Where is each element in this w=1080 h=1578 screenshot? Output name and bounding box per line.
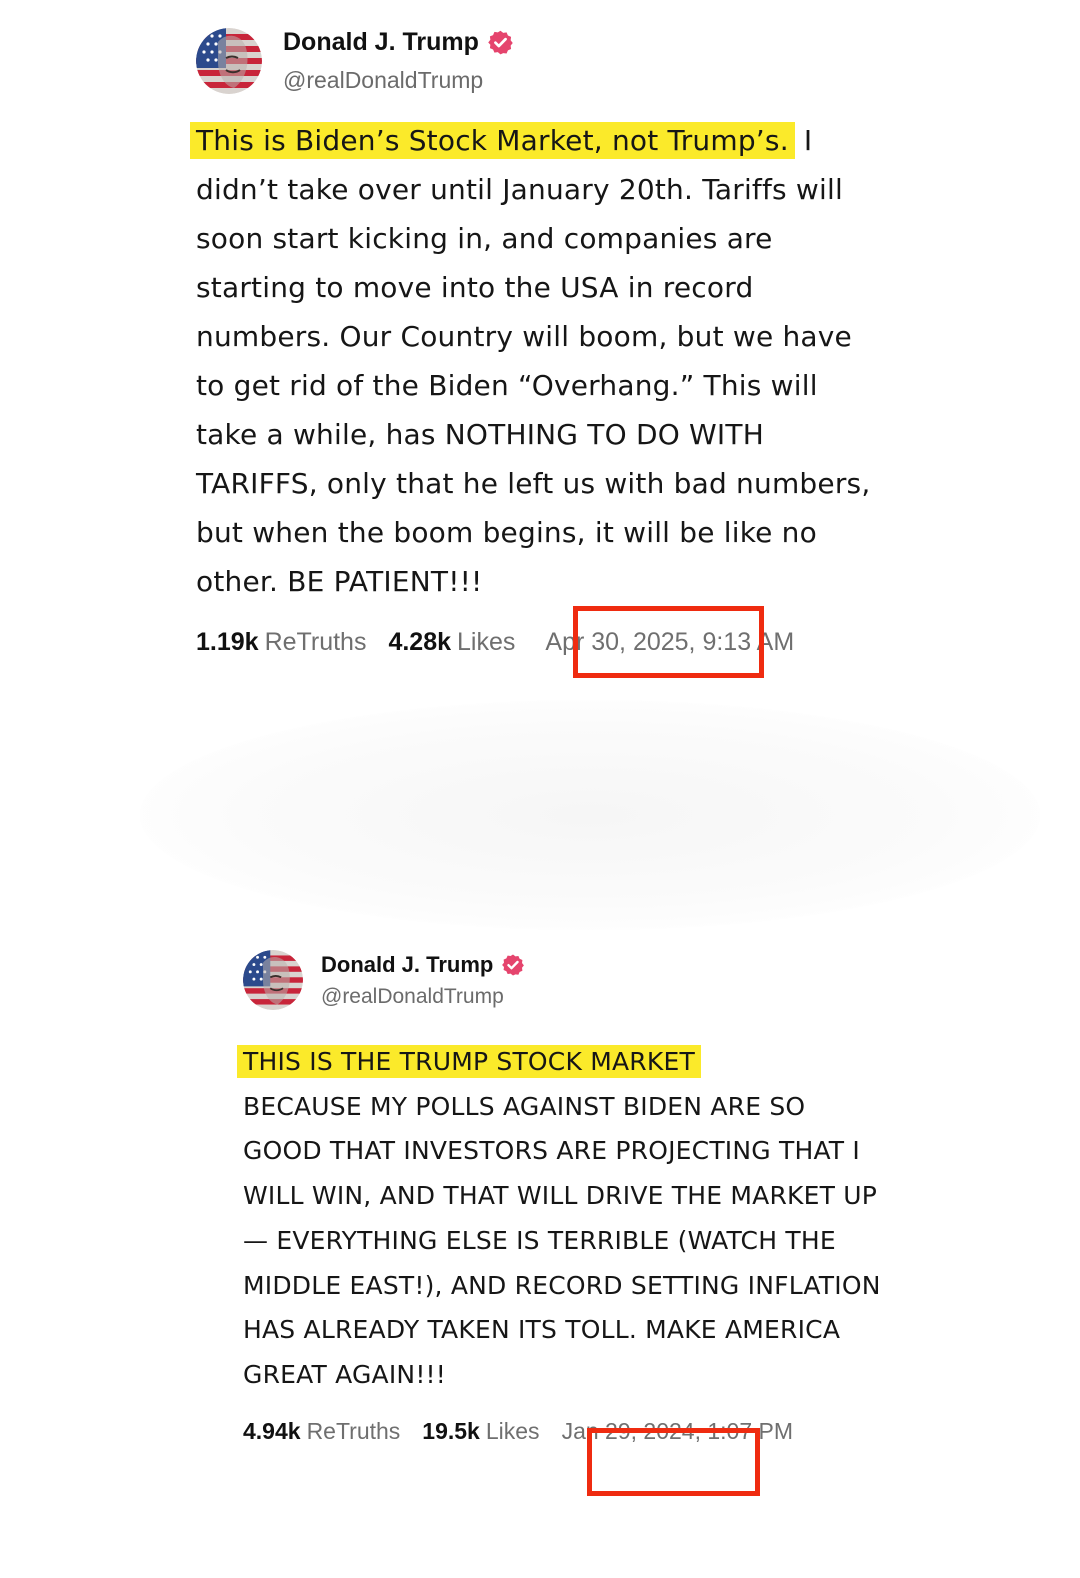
likes-count[interactable]: 4.28k: [388, 628, 451, 657]
name-row: Donald J. Trump: [321, 952, 525, 978]
background-haze: [140, 700, 1040, 930]
display-name[interactable]: Donald J. Trump: [283, 28, 479, 57]
author-block: Donald J. Trump @realDonaldTrump: [283, 28, 514, 94]
display-name[interactable]: Donald J. Trump: [321, 952, 493, 978]
flag-face-avatar-icon: [243, 950, 303, 1010]
post-body: This is Biden’s Stock Market, not Trump’…: [190, 116, 876, 606]
post-header: Donald J. Trump @realDonaldTrump: [243, 950, 883, 1010]
post-stats: 1.19k ReTruths 4.28k Likes Apr 30, 2025,…: [196, 628, 876, 657]
name-row: Donald J. Trump: [283, 28, 514, 57]
post-stats: 4.94k ReTruths 19.5k Likes Jan 29, 2024,…: [243, 1418, 883, 1445]
post-header: Donald J. Trump @realDonaldTrump: [196, 28, 876, 94]
retruths-label[interactable]: ReTruths: [307, 1418, 401, 1445]
verified-badge-icon: [501, 953, 525, 977]
retruths-count[interactable]: 4.94k: [243, 1418, 301, 1445]
post-card-1: Donald J. Trump @realDonaldTrump This is…: [190, 28, 876, 657]
post-text: BECAUSE MY POLLS AGAINST BIDEN ARE SO GO…: [243, 1091, 881, 1389]
highlighted-text: This is Biden’s Stock Market, not Trump’…: [190, 122, 795, 159]
handle[interactable]: @realDonaldTrump: [321, 985, 525, 1009]
avatar[interactable]: [243, 950, 303, 1010]
post-card-2: Donald J. Trump @realDonaldTrump THIS IS…: [237, 950, 883, 1445]
likes-label[interactable]: Likes: [486, 1418, 540, 1445]
post-text: I didn’t take over until January 20th. T…: [196, 124, 871, 598]
avatar[interactable]: [196, 28, 262, 94]
retruths-count[interactable]: 1.19k: [196, 628, 259, 657]
flag-face-avatar-icon: [196, 28, 262, 94]
handle[interactable]: @realDonaldTrump: [283, 67, 514, 94]
author-block: Donald J. Trump @realDonaldTrump: [321, 952, 525, 1009]
verified-badge-icon: [487, 29, 514, 56]
retruths-label[interactable]: ReTruths: [265, 628, 367, 657]
highlighted-text: THIS IS THE TRUMP STOCK MARKET: [237, 1045, 701, 1078]
likes-count[interactable]: 19.5k: [422, 1418, 480, 1445]
date-annotation-box: [573, 606, 764, 678]
likes-label[interactable]: Likes: [457, 628, 515, 657]
post-body: THIS IS THE TRUMP STOCK MARKET BECAUSE MY…: [237, 1040, 883, 1398]
date-annotation-box: [587, 1428, 760, 1496]
